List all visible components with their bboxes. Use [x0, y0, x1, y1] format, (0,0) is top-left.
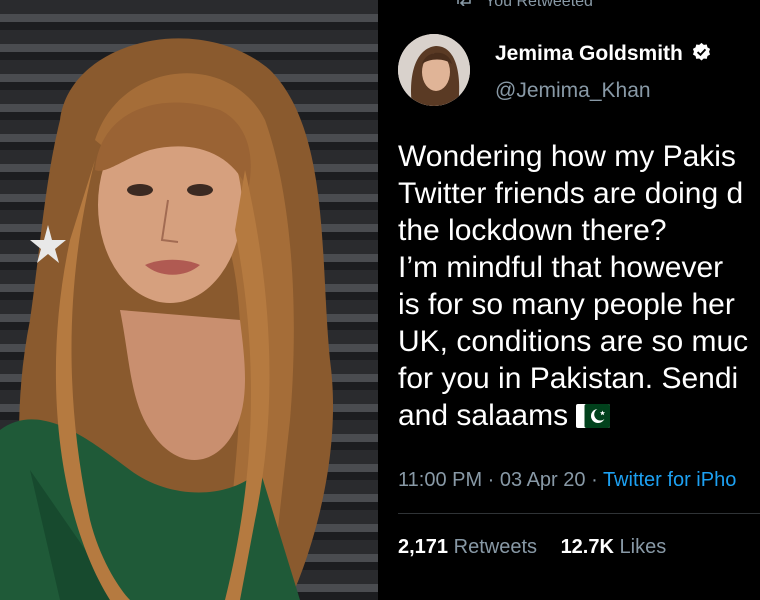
author-name[interactable]: Jemima Goldsmith — [495, 42, 683, 65]
tweet-card: You Retweeted Jemima Goldsmith @Jemima_K… — [380, 0, 760, 600]
author-name-row[interactable]: Jemima Goldsmith — [495, 42, 712, 69]
tweet-line: Wondering how my Pakis — [398, 140, 736, 173]
tweet-line: for you in Pakistan. Sendi — [398, 362, 739, 395]
tweet-text: Wondering how my Pakis Twitter friends a… — [398, 138, 760, 434]
tweet-line: is for so many people her — [398, 288, 735, 321]
retweet-label: You Retweeted — [485, 0, 593, 10]
tweet-line: I’m mindful that however — [398, 251, 724, 284]
tweet-meta: 11:00 PM · 03 Apr 20 · Twitter for iPho — [398, 469, 736, 492]
avatar[interactable] — [398, 34, 470, 106]
retweets-count[interactable]: 2,171 — [398, 536, 448, 558]
tweet-line-last: and salaams — [398, 397, 760, 434]
retweet-icon — [455, 0, 473, 11]
tweet-line: Twitter friends are doing d — [398, 177, 744, 210]
tweet-line: the lockdown there? — [398, 214, 667, 247]
likes-label[interactable]: Likes — [620, 536, 667, 558]
verified-badge-icon — [691, 42, 712, 69]
tweet-line: UK, conditions are so muc — [398, 325, 749, 358]
divider — [398, 513, 760, 514]
tweet-stats: 2,171 Retweets 12.7K Likes — [398, 536, 666, 559]
likes-count[interactable]: 12.7K — [561, 536, 614, 558]
retweets-label[interactable]: Retweets — [454, 536, 537, 558]
author-handle[interactable]: @Jemima_Khan — [495, 79, 651, 103]
tweet-line: and salaams — [398, 399, 569, 432]
timestamp[interactable]: 11:00 PM · 03 Apr 20 · — [398, 469, 603, 491]
photo-panel — [0, 0, 378, 600]
portrait-image — [0, 38, 333, 600]
retweet-indicator: You Retweeted — [455, 0, 593, 11]
tweet-source[interactable]: Twitter for iPho — [603, 469, 736, 491]
pakistan-flag-icon — [576, 400, 611, 437]
